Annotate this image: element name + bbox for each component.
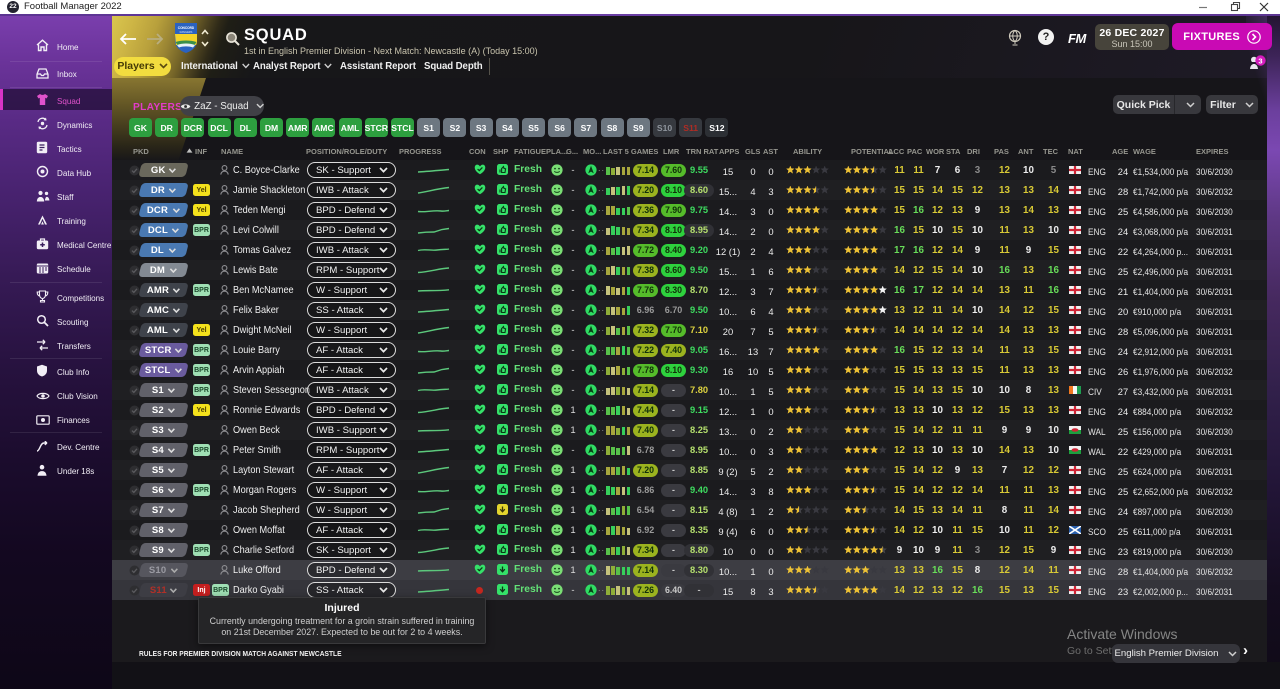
svg-text:3: 3 [1258, 56, 1262, 65]
svg-text:CONCORD: CONCORD [178, 26, 195, 30]
svg-text:RANGERS: RANGERS [180, 30, 193, 34]
